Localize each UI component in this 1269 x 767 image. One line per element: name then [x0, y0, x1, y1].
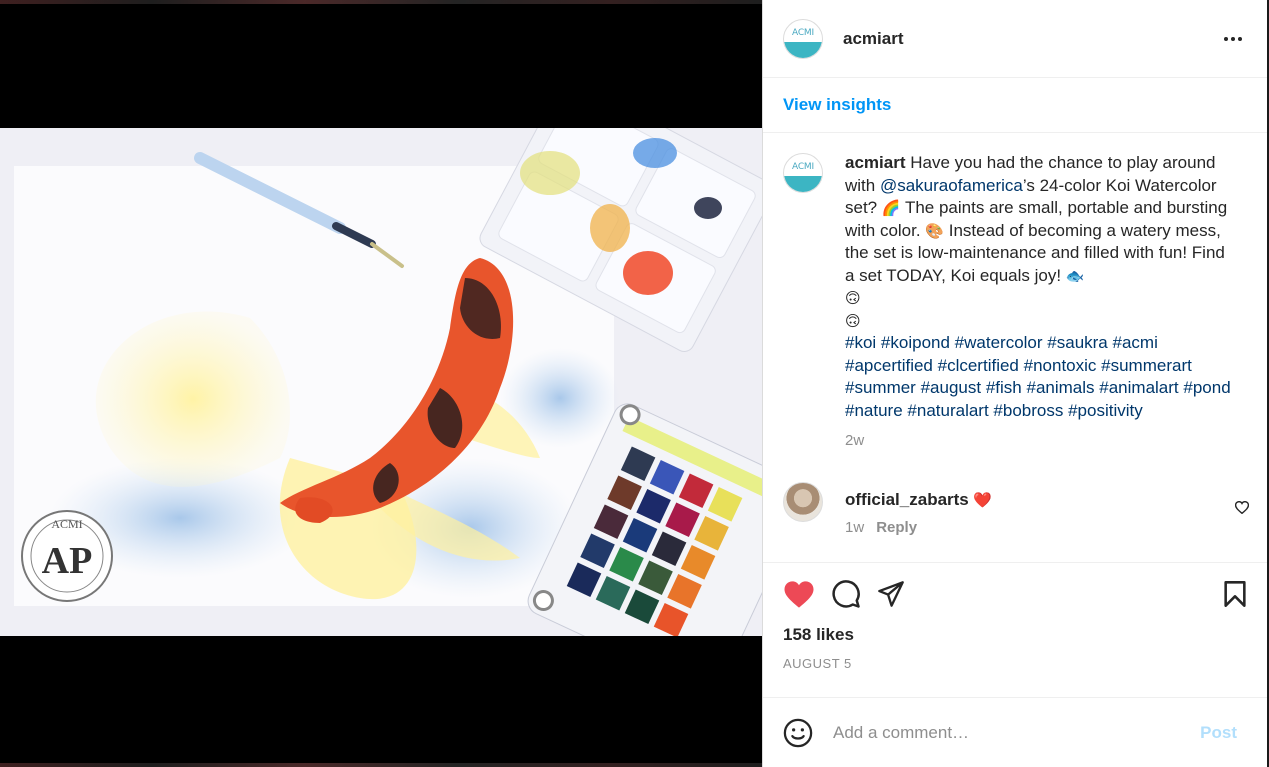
comment-like-heart-icon[interactable] — [1234, 500, 1250, 519]
hashtag-link[interactable]: #nontoxic — [1024, 356, 1097, 375]
hashtag-link[interactable]: #august — [921, 378, 982, 397]
save-bookmark-icon[interactable] — [1223, 580, 1247, 608]
fish-emoji: 🐟 — [1065, 266, 1085, 285]
post-media[interactable]: ACMI AP — [0, 0, 762, 767]
view-insights-link[interactable]: View insights — [783, 95, 891, 115]
caption-avatar[interactable]: ACMI — [783, 153, 823, 193]
action-bar — [763, 563, 1267, 625]
hashtag-link[interactable]: #apcertified — [845, 356, 933, 375]
hashtag-link[interactable]: #summerart — [1101, 356, 1192, 375]
comment-meta: 1w Reply — [845, 519, 992, 536]
rainbow-emoji: 🌈 — [881, 199, 901, 217]
hashtag-link[interactable]: #positivity — [1068, 401, 1143, 420]
post-header: ACMI acmiart — [763, 0, 1267, 78]
hashtag-link[interactable]: #saukra — [1047, 333, 1107, 352]
mention-link[interactable]: @sakuraofamerica — [880, 176, 1023, 195]
comment-item: official_zabarts ❤️ 1w Reply — [763, 453, 1267, 536]
avatar-logo-text: ACMI — [792, 27, 814, 38]
comments-scroll-area[interactable]: ACMI acmiart Have you had the chance to … — [763, 133, 1267, 563]
caption-avatar-logo-text: ACMI — [792, 162, 814, 172]
background-strip-bottom — [0, 763, 762, 767]
comment-text: ❤️ — [973, 490, 992, 509]
comment-composer: Post — [763, 697, 1267, 767]
seal-top-text: ACMI — [51, 517, 82, 531]
caption-username[interactable]: acmiart — [845, 153, 905, 172]
seal-center-text: AP — [42, 540, 93, 582]
caption: ACMI acmiart Have you had the chance to … — [763, 133, 1267, 453]
post-comment-button[interactable]: Post — [1200, 723, 1237, 743]
post-photo[interactable]: ACMI AP — [0, 128, 762, 636]
hashtag-link[interactable]: #animalart — [1099, 378, 1178, 397]
hashtag-link[interactable]: #koipond — [881, 333, 950, 352]
like-heart-icon[interactable] — [783, 580, 815, 609]
hashtag-link[interactable]: #summer — [845, 378, 916, 397]
ap-seal-logo: ACMI AP — [21, 510, 113, 602]
likes-count[interactable]: 158 likes — [763, 625, 1267, 645]
watercolor-koi-illustration: ACMI AP — [0, 128, 762, 636]
post-date[interactable]: AUGUST 5 — [763, 645, 1267, 671]
hashtag-link[interactable]: #fish — [986, 378, 1022, 397]
upside-down-emoji-1: 🙃 — [845, 289, 861, 307]
header-username[interactable]: acmiart — [843, 29, 1219, 49]
emoji-smiley-icon[interactable] — [783, 718, 813, 748]
hashtag-link[interactable]: #animals — [1026, 378, 1094, 397]
caption-body: acmiart Have you had the chance to play … — [845, 152, 1237, 453]
more-options-icon[interactable] — [1219, 29, 1247, 49]
hashtag-link[interactable]: #naturalart — [907, 401, 988, 420]
comment-bubble-icon[interactable] — [831, 579, 861, 609]
comment-body: official_zabarts ❤️ 1w Reply — [845, 490, 992, 536]
hashtag-link[interactable]: #koi — [845, 333, 876, 352]
hashtag-link[interactable]: #acmi — [1113, 333, 1158, 352]
hashtag-link[interactable]: #pond — [1183, 378, 1230, 397]
palette-emoji: 🎨 — [925, 221, 944, 240]
post-detail-panel: ACMI acmiart View insights ACMI acmiart … — [762, 0, 1267, 767]
caption-timestamp[interactable]: 2w — [845, 430, 1237, 453]
commenter-avatar[interactable] — [783, 481, 823, 522]
hashtag-link[interactable]: #nature — [845, 401, 903, 420]
upside-down-emoji-2: 🙃 — [845, 311, 861, 330]
insights-row: View insights — [763, 78, 1267, 133]
hashtag-link[interactable]: #bobross — [993, 401, 1063, 420]
account-avatar[interactable]: ACMI — [783, 18, 823, 59]
reply-button[interactable]: Reply — [876, 519, 917, 536]
background-strip-top — [0, 0, 762, 4]
avatar-wave — [784, 41, 822, 58]
hashtag-link[interactable]: #watercolor — [955, 333, 1043, 352]
hashtag-list: #koi #koipond #watercolor #saukra #acmi … — [845, 333, 1231, 420]
commenter-username[interactable]: official_zabarts — [845, 490, 969, 509]
comment-input[interactable] — [833, 722, 1201, 743]
share-send-icon[interactable] — [877, 580, 905, 608]
hashtag-link[interactable]: #clcertified — [938, 356, 1019, 375]
caption-avatar-wave — [784, 176, 822, 192]
comment-timestamp[interactable]: 1w — [845, 519, 864, 536]
